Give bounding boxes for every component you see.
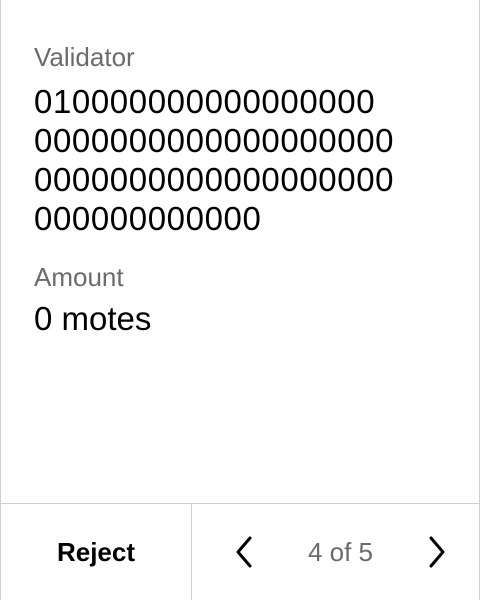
amount-label: Amount bbox=[34, 262, 124, 292]
validator-value-line: 0000000000000000000 bbox=[34, 161, 395, 198]
next-page-button[interactable] bbox=[425, 532, 449, 572]
amount-value: 0 motes bbox=[34, 300, 152, 337]
transaction-details: Validator 010000000000000000 00000000000… bbox=[34, 42, 459, 339]
validator-value-line: 010000000000000000 bbox=[34, 83, 376, 120]
action-footer: Reject 4 of 5 bbox=[1, 503, 479, 600]
chevron-left-icon bbox=[236, 536, 252, 568]
validator-value-line: 0000000000000000000 bbox=[34, 122, 395, 159]
page-indicator: 4 of 5 bbox=[307, 536, 374, 567]
validator-value-line: 000000000000 bbox=[34, 200, 262, 237]
page-navigator: 4 of 5 bbox=[192, 504, 479, 600]
reject-button[interactable]: Reject bbox=[1, 504, 192, 600]
validator-label: Validator bbox=[34, 42, 135, 72]
previous-page-button[interactable] bbox=[232, 532, 256, 572]
chevron-right-icon bbox=[429, 536, 445, 568]
transaction-review-screen: Validator 010000000000000000 00000000000… bbox=[0, 0, 480, 600]
validator-value: 010000000000000000 0000000000000000000 0… bbox=[34, 82, 459, 238]
